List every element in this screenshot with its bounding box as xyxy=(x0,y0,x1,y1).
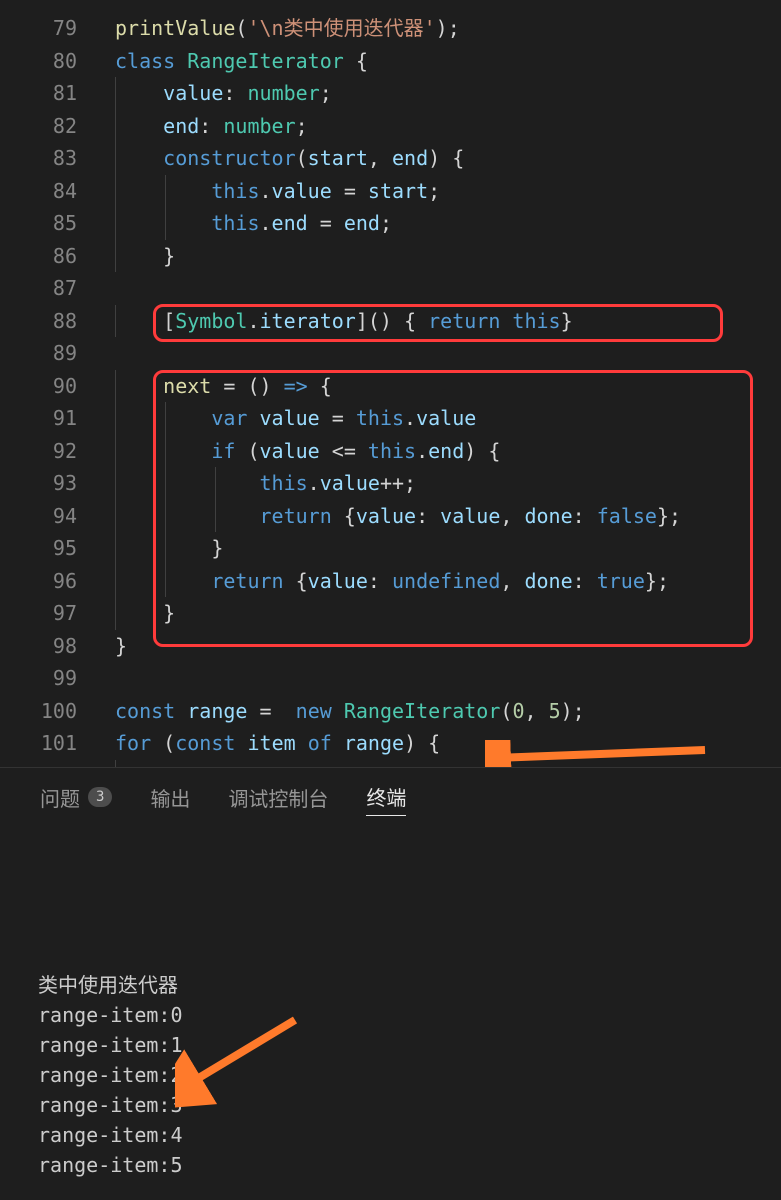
terminal-line: range-item:0 xyxy=(38,1000,743,1030)
tab-terminal[interactable]: 终端 xyxy=(366,782,406,816)
line-gutter: 7980818283848586878889909192939495969798… xyxy=(0,0,95,767)
code-line[interactable] xyxy=(115,272,781,305)
bottom-panel: 问题 3 输出 调试控制台 终端 类中使用迭代器range-item:0rang… xyxy=(0,767,781,1200)
tab-problems[interactable]: 问题 3 xyxy=(40,783,112,816)
code-line[interactable]: for (const item of range) { xyxy=(115,727,781,760)
tab-debug-label: 调试控制台 xyxy=(228,783,328,812)
terminal-line: 类中使用迭代器 xyxy=(38,970,743,1000)
terminal-line: range-item:4 xyxy=(38,1120,743,1150)
terminal-line: range-item:3 xyxy=(38,1090,743,1120)
code-line[interactable]: printValue('range-item:' + item); xyxy=(115,760,781,768)
code-line[interactable]: printValue('\n类中使用迭代器'); xyxy=(115,12,781,45)
line-number: 97 xyxy=(0,597,77,630)
line-number: 100 xyxy=(0,695,77,728)
problems-badge: 3 xyxy=(88,787,112,807)
code-area[interactable]: printValue('\n类中使用迭代器');class RangeItera… xyxy=(95,0,781,767)
code-line[interactable]: end: number; xyxy=(115,110,781,143)
code-line[interactable]: const range = new RangeIterator(0, 5); xyxy=(115,695,781,728)
line-number: 90 xyxy=(0,370,77,403)
tab-output-label: 输出 xyxy=(150,783,190,812)
line-number: 86 xyxy=(0,240,77,273)
code-line[interactable]: if (value <= this.end) { xyxy=(115,435,781,468)
line-number: 84 xyxy=(0,175,77,208)
code-line[interactable]: class RangeIterator { xyxy=(115,45,781,78)
code-line[interactable]: } xyxy=(115,597,781,630)
code-line[interactable]: } xyxy=(115,240,781,273)
code-line[interactable]: [Symbol.iterator]() { return this} xyxy=(115,305,781,338)
code-line[interactable]: this.end = end; xyxy=(115,207,781,240)
line-number: 95 xyxy=(0,532,77,565)
code-line[interactable]: next = () => { xyxy=(115,370,781,403)
line-number: 93 xyxy=(0,467,77,500)
line-number: 82 xyxy=(0,110,77,143)
line-number: 102 xyxy=(0,760,77,768)
code-line[interactable]: constructor(start, end) { xyxy=(115,142,781,175)
line-number: 96 xyxy=(0,565,77,598)
tab-terminal-label: 终端 xyxy=(366,782,406,811)
code-line[interactable]: } xyxy=(115,532,781,565)
terminal-line: range-item:5 xyxy=(38,1150,743,1180)
tab-problems-label: 问题 xyxy=(40,783,80,812)
code-line[interactable]: } xyxy=(115,630,781,663)
tab-output[interactable]: 输出 xyxy=(150,783,190,816)
code-line[interactable] xyxy=(115,662,781,695)
line-number: 99 xyxy=(0,662,77,695)
panel-tabs: 问题 3 输出 调试控制台 终端 xyxy=(0,768,781,830)
code-line[interactable]: var value = this.value xyxy=(115,402,781,435)
line-number: 87 xyxy=(0,272,77,305)
line-number: 89 xyxy=(0,337,77,370)
terminal-line: range-item:2 xyxy=(38,1060,743,1090)
line-number: 81 xyxy=(0,77,77,110)
terminal-output[interactable]: 类中使用迭代器range-item:0range-item:1range-ite… xyxy=(0,830,781,1200)
tab-debug[interactable]: 调试控制台 xyxy=(228,783,328,816)
code-line[interactable]: return {value: undefined, done: true}; xyxy=(115,565,781,598)
line-number: 92 xyxy=(0,435,77,468)
line-number: 88 xyxy=(0,305,77,338)
line-number: 79 xyxy=(0,12,77,45)
line-number: 91 xyxy=(0,402,77,435)
code-line[interactable]: this.value = start; xyxy=(115,175,781,208)
line-number: 94 xyxy=(0,500,77,533)
line-number: 80 xyxy=(0,45,77,78)
code-line[interactable] xyxy=(115,337,781,370)
line-number: 98 xyxy=(0,630,77,663)
terminal-line: range-item:1 xyxy=(38,1030,743,1060)
line-number: 85 xyxy=(0,207,77,240)
code-line[interactable]: value: number; xyxy=(115,77,781,110)
line-number: 83 xyxy=(0,142,77,175)
code-editor[interactable]: 7980818283848586878889909192939495969798… xyxy=(0,0,781,767)
code-line[interactable]: this.value++; xyxy=(115,467,781,500)
line-number: 101 xyxy=(0,727,77,760)
code-line[interactable]: return {value: value, done: false}; xyxy=(115,500,781,533)
